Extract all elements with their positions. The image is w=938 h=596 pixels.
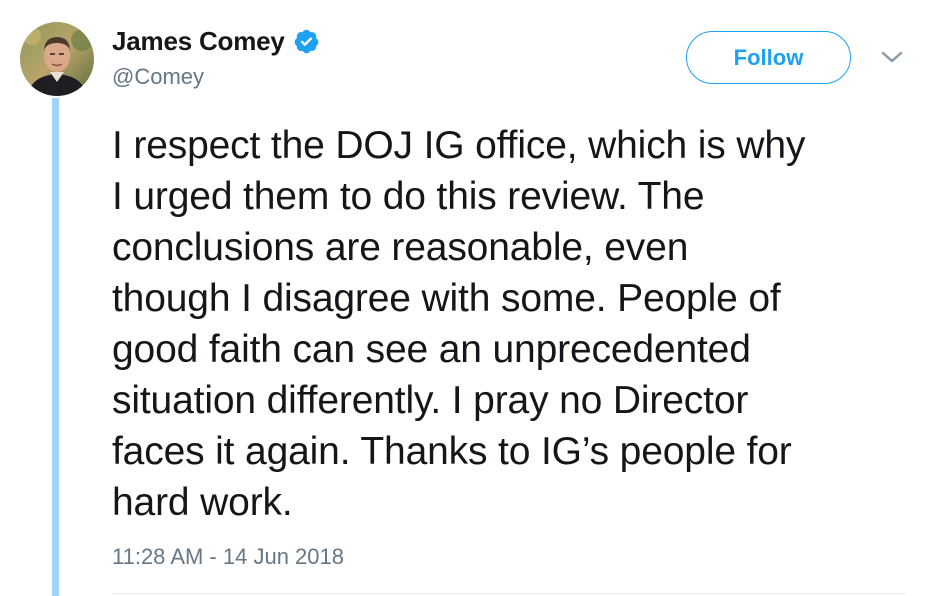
tweet-text-line: though I disagree with some. People of	[112, 277, 781, 320]
user-handle[interactable]: @Comey	[112, 64, 204, 90]
display-name[interactable]: James Comey	[112, 26, 285, 57]
tweet-text-line: situation differently. I pray no Directo…	[112, 379, 749, 422]
tweet-timestamp[interactable]: 11:28 AM - 14 Jun 2018	[112, 544, 344, 570]
divider	[112, 593, 906, 594]
tweet-text-line: hard work.	[112, 481, 293, 524]
avatar-image	[20, 22, 94, 96]
tweet-text-line: I urged them to do this review. The	[112, 175, 705, 218]
follow-button[interactable]: Follow	[686, 31, 851, 84]
tweet-text-line: I respect the DOJ IG office, which is wh…	[112, 124, 806, 167]
tweet-text: I respect the DOJ IG office, which is wh…	[112, 120, 912, 528]
tweet-text-line: faces it again. Thanks to IG’s people fo…	[112, 430, 792, 473]
verified-badge-icon	[293, 28, 320, 55]
user-name-row: James Comey	[112, 24, 320, 58]
chevron-down-icon[interactable]	[878, 46, 906, 68]
thread-connector-line	[52, 98, 59, 596]
tweet-text-line: good faith can see an unprecedented	[112, 328, 751, 371]
avatar[interactable]	[20, 22, 94, 96]
tweet-text-line: conclusions are reasonable, even	[112, 226, 689, 269]
